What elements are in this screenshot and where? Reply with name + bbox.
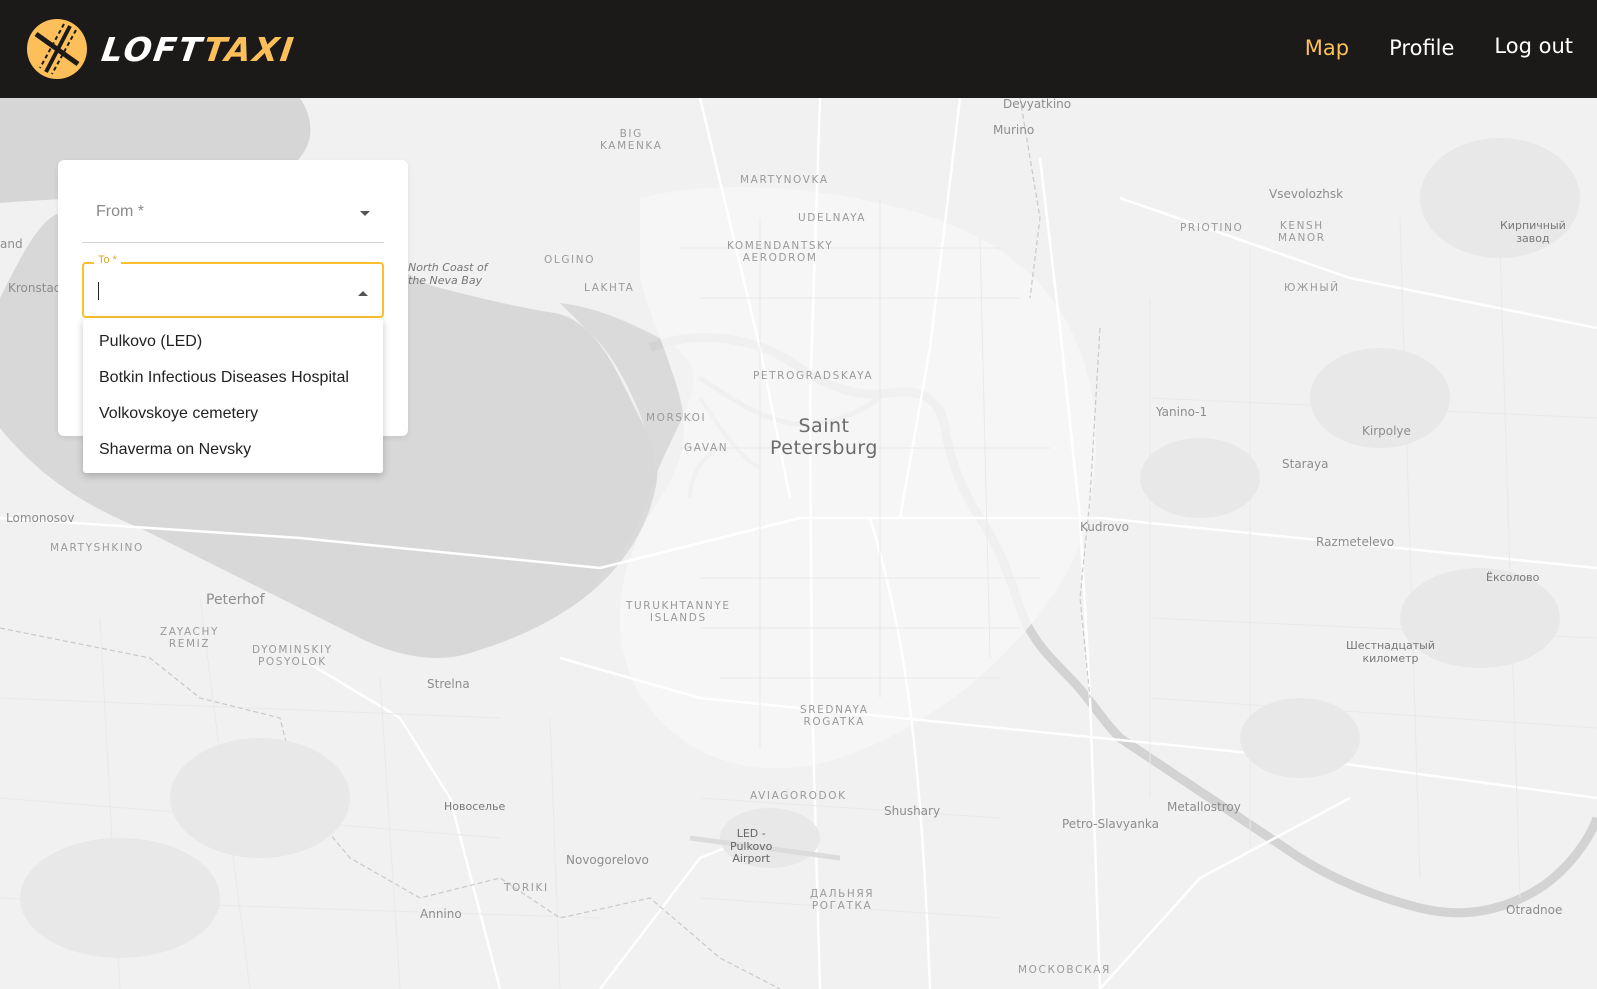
map-label: Vsevolozhsk <box>1269 187 1344 201</box>
map-label: MARTYSHKINO <box>50 542 144 554</box>
map-label: Новоселье <box>444 800 506 813</box>
map-label: ZAYACHY REMIZ <box>160 626 219 651</box>
map-label: ЮЖНЫЙ <box>1284 282 1340 294</box>
map-label: Petro-Slavyanka <box>1062 817 1160 831</box>
logo[interactable]: LOFTTAXI <box>26 18 298 80</box>
map-label-airport: LED - Pulkovo Airport <box>730 827 773 866</box>
to-options-listbox: Pulkovo (LED) Botkin Infectious Diseases… <box>83 318 383 473</box>
map-label: and <box>0 237 23 251</box>
option-item[interactable]: Shaverma on Nevsky <box>83 432 383 468</box>
to-autocomplete-input[interactable]: To * <box>82 254 384 318</box>
map-label: TURUKHTANNYE ISLANDS <box>626 600 731 625</box>
map-label: Kronstad <box>8 281 62 295</box>
map-label: Yanino-1 <box>1156 405 1208 419</box>
map-label: LAKHTA <box>584 282 635 294</box>
map-label: GAVAN <box>684 442 729 454</box>
map-label: MORSKOI <box>646 412 707 424</box>
map-label: SREDNAYA ROGATKA <box>800 704 869 729</box>
from-select[interactable]: From * <box>82 188 384 243</box>
app-header: LOFTTAXI Map Profile Log out <box>0 0 1597 98</box>
map-label: DYOMINSKIY POSYOLOK <box>252 644 333 669</box>
logo-text: LOFTTAXI <box>99 29 298 69</box>
map-label: Razmetelevo <box>1316 535 1395 549</box>
map-label: Kirpolye <box>1362 424 1411 438</box>
map-label: BIG KAMENKA <box>600 128 663 153</box>
map-label: Otradnoe <box>1506 903 1563 917</box>
map-label: PRIOTINO <box>1180 222 1244 234</box>
map-label: МОСКОВСКАЯ <box>1018 964 1111 976</box>
map-label: Kudrovo <box>1080 520 1129 534</box>
text-cursor <box>98 282 99 300</box>
map-label: Annino <box>420 907 462 921</box>
nav-map[interactable]: Map <box>1305 36 1349 60</box>
map-label: Peterhof <box>206 592 265 608</box>
map-label: Murino <box>993 123 1035 137</box>
map-label: Ёксолово <box>1486 571 1540 584</box>
map-label: Кирпичный завод <box>1500 219 1566 245</box>
map-label: KOMENDANTSKY AERODROM <box>727 240 834 265</box>
map-label: Metallostroy <box>1167 800 1241 814</box>
map-label: MARTYNOVKA <box>740 174 829 186</box>
map-label: Devyatkino <box>1003 98 1072 111</box>
map-label: ДАЛЬНЯЯ РОГАТКА <box>810 888 875 913</box>
option-item[interactable]: Volkovskoye cemetery <box>83 396 383 432</box>
map-label: KENSH MANOR <box>1278 220 1326 245</box>
chevron-down-icon[interactable] <box>360 211 370 216</box>
nav-logout[interactable]: Log out <box>1494 34 1573 60</box>
main-nav: Map Profile Log out <box>1305 34 1573 60</box>
chevron-up-icon[interactable] <box>358 291 368 296</box>
option-item[interactable]: Pulkovo (LED) <box>83 324 383 360</box>
logo-text-loft: LOFT <box>99 29 207 69</box>
map-label: AVIAGORODOK <box>750 790 847 802</box>
map-label: Shushary <box>884 804 941 818</box>
map-label: Novogorelovo <box>566 853 649 867</box>
map-label: Strelna <box>427 677 470 691</box>
to-label: To * <box>94 254 121 266</box>
nav-profile[interactable]: Profile <box>1389 36 1454 60</box>
map-label: Staraya <box>1282 457 1329 471</box>
from-label: From * <box>96 203 144 220</box>
map-label: UDELNAYA <box>798 212 867 224</box>
map-label: Шестнадцатый километр <box>1346 639 1435 665</box>
map-label: Lomonosov <box>6 511 75 525</box>
option-item[interactable]: Botkin Infectious Diseases Hospital <box>83 360 383 396</box>
map-label-city: Saint Petersburg <box>770 415 878 459</box>
logo-text-taxi: TAXI <box>200 29 298 69</box>
map-label: OLGINO <box>544 254 596 266</box>
map-label: PETROGRADSKAYA <box>753 370 874 382</box>
taxi-logo-icon <box>27 19 87 79</box>
map-label: TORIKI <box>504 882 549 894</box>
map-label: North Coast of the Neva Bay <box>408 261 488 287</box>
